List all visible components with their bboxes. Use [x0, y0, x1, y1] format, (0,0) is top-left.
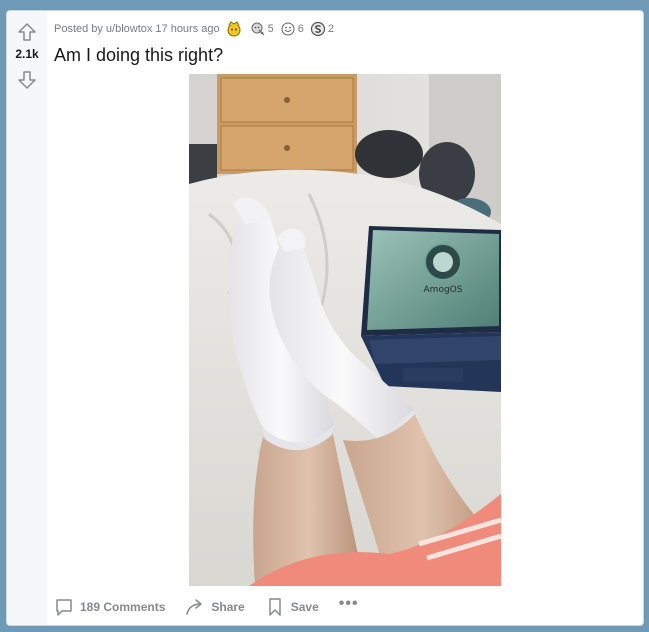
vote-column: 2.1k [7, 11, 47, 625]
post-title[interactable]: Am I doing this right? [54, 45, 223, 66]
post-meta: Posted by u/blowtox 17 hours ago 5 6 2 [54, 21, 334, 37]
award-gold[interactable] [226, 21, 244, 37]
helpful-award-icon [281, 22, 295, 36]
post-actions: 189 Comments Share Save ••• [54, 594, 359, 620]
share-button[interactable]: Share [185, 597, 245, 617]
username-link[interactable]: u/blowtox [106, 23, 152, 35]
arrow-down-icon [18, 71, 36, 89]
post-card: 2.1k Posted by u/blowtox 17 hours ago 5 … [6, 10, 644, 626]
gold-award-icon [227, 21, 241, 37]
arrow-up-icon [18, 23, 36, 41]
award-count: 5 [267, 23, 274, 35]
downvote-button[interactable] [16, 69, 38, 91]
share-icon [186, 599, 203, 615]
post-image[interactable]: AmogOS [189, 74, 501, 586]
award-coin[interactable]: 2 [310, 21, 334, 37]
award-count: 2 [327, 23, 334, 35]
timestamp[interactable]: 17 hours ago [155, 23, 219, 35]
coin-award-icon [310, 21, 325, 37]
silver-award-icon [251, 22, 265, 36]
award-helpful[interactable]: 6 [280, 21, 304, 37]
award-count: 6 [297, 23, 304, 35]
upvote-button[interactable] [16, 21, 38, 43]
posted-by-label: Posted by [54, 23, 103, 35]
save-label: Save [290, 600, 319, 614]
photo-image: AmogOS [189, 74, 501, 586]
more-options-button[interactable]: ••• [339, 595, 359, 613]
bookmark-icon [268, 598, 281, 616]
comment-icon [56, 599, 72, 616]
laptop-screen-label: AmogOS [424, 285, 463, 295]
award-silver[interactable]: 5 [250, 21, 274, 37]
share-label: Share [211, 600, 245, 614]
comments-button[interactable]: 189 Comments [54, 597, 165, 617]
comments-label: 189 Comments [80, 600, 166, 614]
vote-count: 2.1k [15, 47, 39, 61]
save-button[interactable]: Save [265, 597, 319, 617]
